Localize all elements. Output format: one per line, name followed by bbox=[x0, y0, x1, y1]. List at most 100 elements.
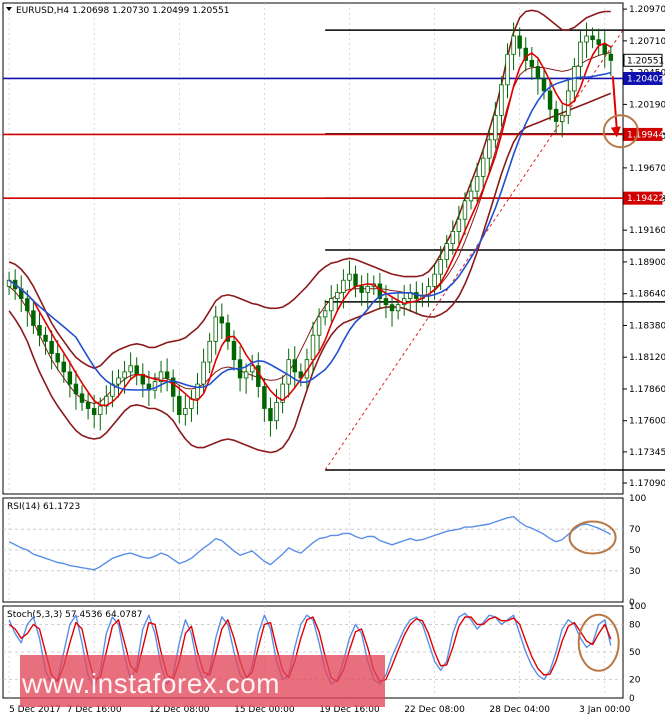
candle-body bbox=[98, 405, 103, 416]
candle-body bbox=[122, 371, 127, 379]
candle-body bbox=[31, 310, 36, 326]
price-label: 1.20551 bbox=[627, 56, 664, 66]
candle-body bbox=[55, 353, 60, 363]
candle-body bbox=[310, 334, 316, 361]
stoch-tick-label: 80 bbox=[629, 620, 641, 630]
candle-body bbox=[177, 395, 182, 416]
x-tick-label: 12 Dec 08:00 bbox=[149, 705, 210, 715]
rsi-tick-label: 100 bbox=[629, 494, 646, 504]
x-tick-label: 22 Dec 08:00 bbox=[404, 705, 465, 715]
candle-body bbox=[499, 84, 504, 116]
y-tick-label: 1.20190 bbox=[629, 100, 665, 110]
candle-body bbox=[73, 383, 79, 395]
candle-body bbox=[91, 408, 97, 416]
candle-body bbox=[487, 139, 492, 159]
candle-body bbox=[25, 298, 30, 312]
candle-body bbox=[541, 78, 547, 92]
y-tick-label: 1.18640 bbox=[629, 290, 665, 300]
candle-body bbox=[85, 401, 91, 409]
y-tick-label: 1.17860 bbox=[629, 385, 665, 395]
y-tick-label: 1.18380 bbox=[629, 321, 665, 331]
candle-body bbox=[43, 334, 48, 342]
rsi-tick-label: 70 bbox=[629, 525, 641, 535]
candle-body bbox=[286, 359, 291, 385]
candle-body bbox=[584, 35, 589, 43]
chart-root: 5 Dec 2017 7 Dec 16:00 12 Dec 08:00 15 Dec … bbox=[0, 0, 665, 718]
candle-body bbox=[256, 365, 261, 387]
y-tick-label: 1.19670 bbox=[629, 164, 665, 174]
chart-svg: 5 Dec 2017 7 Dec 16:00 12 Dec 08:00 15 Dec … bbox=[2, 2, 665, 715]
y-tick-label: 1.20970 bbox=[629, 5, 665, 15]
candle-body bbox=[347, 273, 352, 281]
candle-body bbox=[389, 304, 395, 312]
candle-body bbox=[116, 377, 121, 385]
candle-body bbox=[79, 393, 85, 403]
candle-body bbox=[213, 316, 218, 342]
candle-body bbox=[438, 259, 443, 275]
candle-body bbox=[450, 231, 456, 245]
candle-body bbox=[395, 304, 401, 312]
candle-body bbox=[207, 340, 212, 363]
candle-body bbox=[128, 365, 133, 373]
candle-body bbox=[456, 218, 462, 232]
candle-body bbox=[383, 298, 389, 306]
x-tick-label: 19 Dec 16:00 bbox=[319, 705, 380, 715]
candle-body bbox=[493, 114, 498, 141]
candle-body bbox=[529, 60, 535, 67]
candle-body bbox=[578, 41, 583, 67]
candle-body bbox=[608, 53, 614, 61]
y-tick-label: 1.18900 bbox=[629, 258, 665, 268]
candle-body bbox=[61, 361, 67, 373]
x-tick-label: 15 Dec 00:00 bbox=[234, 705, 295, 715]
candle-body bbox=[164, 371, 170, 379]
x-tick-label: 3 Jan 00:00 bbox=[579, 705, 631, 715]
candle-body bbox=[474, 176, 480, 192]
candle-body bbox=[365, 285, 370, 293]
candle-body bbox=[505, 53, 510, 86]
candle-body bbox=[195, 383, 200, 400]
candle-body bbox=[462, 200, 468, 220]
candle-body bbox=[553, 108, 559, 122]
candle-body bbox=[183, 408, 188, 416]
panel-frame-main bbox=[2, 2, 624, 495]
price-label: 1.20402 bbox=[627, 74, 664, 84]
candle-body bbox=[559, 114, 565, 122]
candle-body bbox=[201, 361, 206, 385]
candle-body bbox=[262, 386, 267, 409]
stoch-tick-label: 20 bbox=[629, 676, 641, 686]
price-label: 1.19422 bbox=[627, 194, 664, 204]
candle-body bbox=[590, 35, 595, 41]
main-chart-title: EURUSD,H4 1.20698 1.20730 1.20499 1.2055… bbox=[16, 6, 229, 16]
stoch-tick-label: 100 bbox=[629, 602, 646, 612]
candle-body bbox=[292, 359, 297, 373]
candle-body bbox=[444, 243, 449, 260]
candle-body bbox=[316, 316, 322, 336]
candle-body bbox=[468, 190, 474, 202]
y-tick-label: 1.17345 bbox=[629, 448, 665, 458]
candle-body bbox=[37, 325, 42, 336]
y-tick-label: 1.17600 bbox=[629, 417, 665, 427]
x-tick-label: 5 Dec 2017 bbox=[9, 705, 61, 715]
candle-body bbox=[134, 365, 139, 375]
candle-body bbox=[596, 39, 601, 45]
rsi-tick-label: 30 bbox=[629, 567, 641, 577]
stoch-tick-label: 0 bbox=[629, 694, 635, 704]
candle-body bbox=[243, 371, 249, 379]
candle-body bbox=[535, 66, 541, 80]
candle-body bbox=[341, 279, 346, 293]
candle-body bbox=[511, 35, 516, 55]
y-tick-label: 1.18120 bbox=[629, 353, 665, 363]
candle-body bbox=[219, 316, 225, 324]
y-tick-label: 1.17090 bbox=[629, 479, 665, 489]
price-label: 1.19944 bbox=[627, 130, 664, 140]
candle-body bbox=[274, 401, 279, 422]
x-tick-label: 28 Dec 04:00 bbox=[489, 705, 550, 715]
candle-body bbox=[268, 408, 273, 422]
candle-body bbox=[49, 340, 54, 354]
candle-body bbox=[353, 273, 358, 287]
candle-body bbox=[335, 292, 340, 299]
candle-body bbox=[249, 365, 255, 373]
stoch-title: Stoch(5,3,3) 57.4536 64.0787 bbox=[7, 610, 142, 620]
candle-body bbox=[329, 298, 334, 312]
y-tick-label: 1.19160 bbox=[629, 226, 665, 236]
